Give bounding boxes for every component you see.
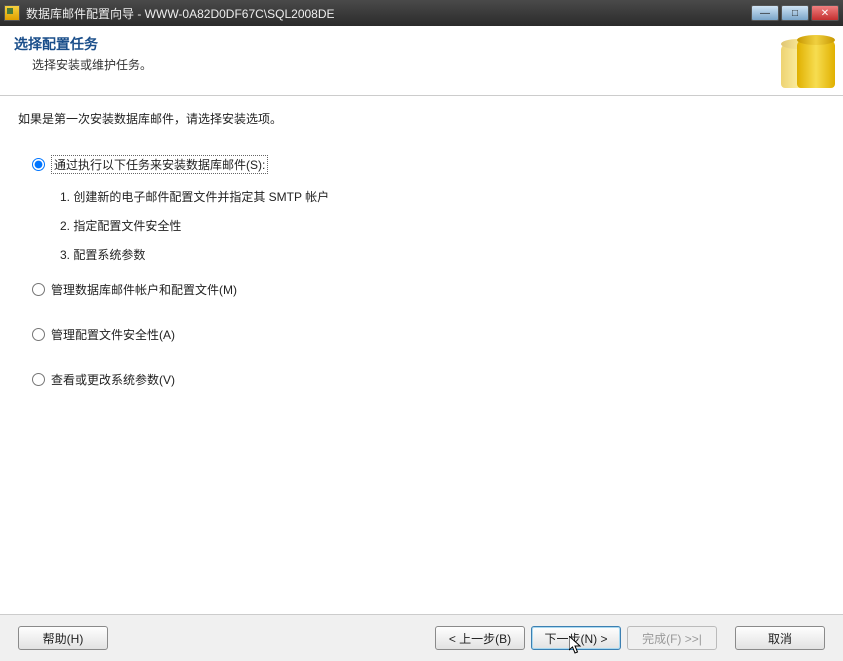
option-view-params-radio[interactable] bbox=[32, 373, 45, 386]
database-mail-icon bbox=[777, 30, 837, 90]
option-manage-accounts[interactable]: 管理数据库邮件帐户和配置文件(M) bbox=[32, 281, 825, 298]
option-view-params[interactable]: 查看或更改系统参数(V) bbox=[32, 371, 825, 388]
sub-item-2: 2. 指定配置文件安全性 bbox=[60, 217, 825, 234]
footer: 帮助(H) < 上一步(B) 下一步(N) > 完成(F) >>| 取消 bbox=[0, 614, 843, 661]
sub-item-1: 1. 创建新的电子邮件配置文件并指定其 SMTP 帐户 bbox=[60, 188, 825, 205]
option-manage-security-radio[interactable] bbox=[32, 328, 45, 341]
option-install[interactable]: 通过执行以下任务来安装数据库邮件(S): bbox=[32, 155, 825, 174]
window-controls: — □ ✕ bbox=[751, 5, 839, 21]
maximize-button[interactable]: □ bbox=[781, 5, 809, 21]
back-button[interactable]: < 上一步(B) bbox=[435, 626, 525, 650]
header-subtitle: 选择安装或维护任务。 bbox=[32, 56, 829, 73]
option-manage-accounts-label[interactable]: 管理数据库邮件帐户和配置文件(M) bbox=[51, 281, 237, 298]
app-icon bbox=[4, 5, 20, 21]
finish-button: 完成(F) >>| bbox=[627, 626, 717, 650]
install-sub-list: 1. 创建新的电子邮件配置文件并指定其 SMTP 帐户 2. 指定配置文件安全性… bbox=[60, 188, 825, 263]
options-group: 通过执行以下任务来安装数据库邮件(S): 1. 创建新的电子邮件配置文件并指定其… bbox=[32, 155, 825, 388]
help-button[interactable]: 帮助(H) bbox=[18, 626, 108, 650]
header-title: 选择配置任务 bbox=[14, 34, 829, 54]
minimize-button[interactable]: — bbox=[751, 5, 779, 21]
option-install-label[interactable]: 通过执行以下任务来安装数据库邮件(S): bbox=[51, 155, 268, 174]
next-button[interactable]: 下一步(N) > bbox=[531, 626, 621, 650]
content-area: 如果是第一次安装数据库邮件，请选择安装选项。 通过执行以下任务来安装数据库邮件(… bbox=[0, 96, 843, 614]
option-install-radio[interactable] bbox=[32, 158, 45, 171]
option-view-params-label[interactable]: 查看或更改系统参数(V) bbox=[51, 371, 175, 388]
titlebar: 数据库邮件配置向导 - WWW-0A82D0DF67C\SQL2008DE — … bbox=[0, 0, 843, 26]
option-manage-security-label[interactable]: 管理配置文件安全性(A) bbox=[51, 326, 175, 343]
sub-item-3: 3. 配置系统参数 bbox=[60, 246, 825, 263]
window-title: 数据库邮件配置向导 - WWW-0A82D0DF67C\SQL2008DE bbox=[26, 5, 751, 22]
option-manage-accounts-radio[interactable] bbox=[32, 283, 45, 296]
header-panel: 选择配置任务 选择安装或维护任务。 bbox=[0, 26, 843, 96]
close-button[interactable]: ✕ bbox=[811, 5, 839, 21]
option-manage-security[interactable]: 管理配置文件安全性(A) bbox=[32, 326, 825, 343]
intro-text: 如果是第一次安装数据库邮件，请选择安装选项。 bbox=[18, 110, 825, 127]
cancel-button[interactable]: 取消 bbox=[735, 626, 825, 650]
